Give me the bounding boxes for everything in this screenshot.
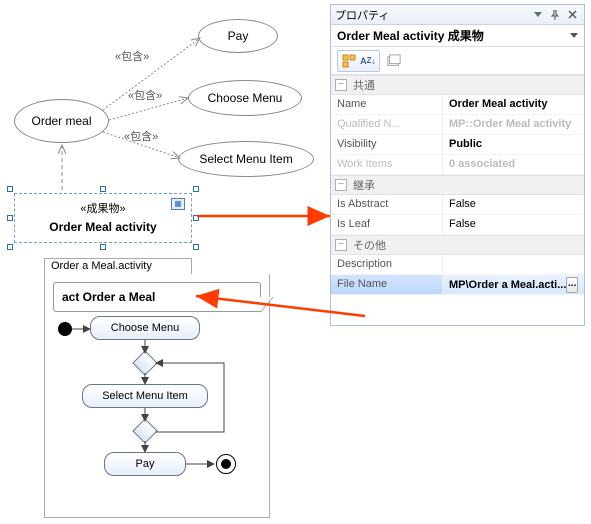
sort-alpha-icon: AZ↓ [360,53,376,69]
usecase-label: Choose Menu [208,91,283,105]
property-value: 0 associated [443,155,584,175]
include-stereotype: «包含» [124,128,158,144]
property-row-is-abstract[interactable]: Is AbstractFalse [331,195,584,215]
property-key: Work Items [331,155,443,175]
property-value: Public [443,135,584,155]
properties-toolbar: AZ↓ [331,47,584,75]
artifact-order-meal-activity[interactable]: ▦ «成果物» Order Meal activity [10,189,196,247]
usecase-label: Order meal [31,114,91,128]
property-key: Qualified N... [331,115,443,135]
dropdown-icon[interactable] [530,8,546,22]
pin-icon[interactable] [547,8,563,22]
property-key: Visibility [331,135,443,155]
properties-subject-label: Order Meal activity 成果物 [337,27,484,44]
collapse-icon[interactable]: − [335,79,347,91]
properties-grid: −共通 NameOrder Meal activity Qualified N.… [331,75,584,295]
category-label: 継承 [353,177,375,193]
property-value: Order Meal activity [443,95,584,115]
browse-button[interactable]: ... [566,277,578,293]
usecase-label: Select Menu Item [199,152,292,166]
properties-subject[interactable]: Order Meal activity 成果物 [331,25,584,47]
selection-handle[interactable] [100,186,106,192]
property-value: MP\Order a Meal.acti... ... [443,275,584,295]
property-row-work-items[interactable]: Work Items0 associated [331,155,584,175]
chevron-down-icon [570,33,578,39]
property-key: Name [331,95,443,115]
property-row-description[interactable]: Description [331,255,584,275]
action-label: Choose Menu [111,322,180,334]
category-label: その他 [353,237,386,253]
artifact-stereotype: «成果物» [15,200,191,216]
selection-handle[interactable] [193,244,199,250]
selection-handle[interactable] [7,244,13,250]
include-stereotype: «包含» [115,48,149,64]
property-key: Is Leaf [331,215,443,235]
usecase-order-meal[interactable]: Order meal [14,99,109,143]
categorized-view-button[interactable]: AZ↓ [337,50,380,72]
activity-frame-label: act Order a Meal [62,290,155,304]
property-row-visibility[interactable]: VisibilityPublic [331,135,584,155]
property-value [443,255,584,275]
category-inheritance[interactable]: −継承 [331,175,584,195]
categorized-icon [341,53,357,69]
property-row-qualified-name[interactable]: Qualified N...MP::Order Meal activity [331,115,584,135]
usecase-pay[interactable]: Pay [198,19,278,53]
activity-frame[interactable]: act Order a Meal [53,282,261,312]
usecase-select-menu-item[interactable]: Select Menu Item [178,141,314,177]
artifact-name: Order Meal activity [15,220,191,234]
action-choose-menu[interactable]: Choose Menu [90,316,200,340]
category-other[interactable]: −その他 [331,235,584,255]
action-pay[interactable]: Pay [104,452,186,476]
property-value: False [443,215,584,235]
property-key: Description [331,255,443,275]
properties-title: プロパティ [335,7,529,23]
category-common[interactable]: −共通 [331,75,584,95]
activity-tab-label: Order a Meal.activity [51,260,152,272]
artifact-icon: ▦ [171,198,185,210]
usecase-choose-menu[interactable]: Choose Menu [188,80,302,116]
collapse-icon[interactable]: − [335,239,347,251]
properties-panel: プロパティ Order Meal activity 成果物 AZ↓ −共通 Na… [330,4,585,326]
file-name-text: MP\Order a Meal.acti... [449,279,566,291]
category-label: 共通 [353,77,375,93]
property-value: MP::Order Meal activity [443,115,584,135]
action-select-menu-item[interactable]: Select Menu Item [82,384,208,408]
action-label: Pay [136,458,155,470]
final-node[interactable] [216,454,236,474]
property-row-file-name[interactable]: File Name MP\Order a Meal.acti... ... [331,275,584,295]
properties-titlebar[interactable]: プロパティ [331,5,584,25]
property-key: Is Abstract [331,195,443,215]
action-label: Select Menu Item [102,390,188,402]
property-pages-icon[interactable] [386,53,402,69]
property-row-name[interactable]: NameOrder Meal activity [331,95,584,115]
close-icon[interactable] [564,8,580,22]
selection-handle[interactable] [193,186,199,192]
collapse-icon[interactable]: − [335,179,347,191]
selection-handle[interactable] [7,215,13,221]
property-value: False [443,195,584,215]
usecase-label: Pay [228,29,249,43]
property-row-is-leaf[interactable]: Is LeafFalse [331,215,584,235]
include-stereotype: «包含» [128,87,162,103]
selection-handle[interactable] [193,215,199,221]
initial-node[interactable] [58,322,72,336]
property-key: File Name [331,275,443,295]
selection-handle[interactable] [100,244,106,250]
activity-tab[interactable]: Order a Meal.activity [44,258,192,275]
selection-handle[interactable] [7,186,13,192]
